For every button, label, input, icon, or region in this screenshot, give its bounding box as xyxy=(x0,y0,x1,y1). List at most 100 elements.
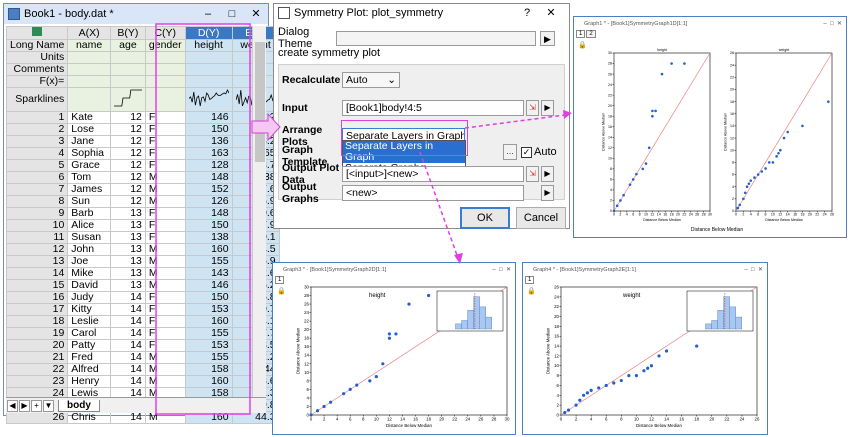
data-cell[interactable]: 143 xyxy=(184,267,233,280)
data-cell[interactable]: 138 xyxy=(184,231,233,244)
worksheet-grid[interactable]: A(X)B(Y)C(Y)D(Y)E(Y)Long Namenameagegend… xyxy=(5,26,280,424)
outgraphs-menu-button[interactable]: ▶ xyxy=(541,185,554,201)
meta-cell[interactable] xyxy=(144,63,186,76)
data-cell[interactable]: Barb xyxy=(67,207,111,220)
theme-field[interactable] xyxy=(336,30,536,46)
next-sheet-button[interactable]: ▶ xyxy=(19,399,30,412)
data-cell[interactable]: Sophia xyxy=(67,147,111,160)
data-cell[interactable]: 136 xyxy=(184,135,233,148)
graph1-window[interactable]: Graph1 * - [Book1]SymmetryGraph1D[1:1] –… xyxy=(573,16,847,238)
data-cell[interactable]: 12 xyxy=(109,135,146,148)
meta-cell[interactable] xyxy=(144,87,186,112)
data-cell[interactable]: F xyxy=(144,159,186,172)
data-cell[interactable]: Henry xyxy=(67,375,111,388)
data-cell[interactable]: 150 xyxy=(184,291,233,304)
row-number[interactable]: 11 xyxy=(5,231,69,244)
meta-cell[interactable] xyxy=(184,75,233,88)
template-browse-button[interactable]: … xyxy=(503,144,517,160)
meta-cell[interactable] xyxy=(109,63,146,76)
data-cell[interactable]: 158 xyxy=(184,363,233,376)
data-cell[interactable]: 14 xyxy=(109,315,146,328)
scroll-thumb[interactable] xyxy=(255,42,265,162)
graph3-win-buttons[interactable]: – □ ✕ xyxy=(492,266,515,273)
data-cell[interactable]: 12 xyxy=(109,147,146,160)
recalculate-select[interactable]: Auto ⌄ xyxy=(342,72,400,88)
data-cell[interactable]: 128 xyxy=(184,159,233,172)
data-cell[interactable]: M xyxy=(144,279,186,292)
data-cell[interactable]: 12 xyxy=(109,111,146,124)
data-cell[interactable]: 13 xyxy=(109,243,146,256)
data-cell[interactable]: 14 xyxy=(109,339,146,352)
data-cell[interactable]: 13 xyxy=(109,267,146,280)
row-number[interactable]: 17 xyxy=(5,303,69,316)
data-cell[interactable]: F xyxy=(144,111,186,124)
meta-cell[interactable] xyxy=(184,63,233,76)
outdata-pick-icon[interactable]: ⇲ xyxy=(526,166,539,182)
data-cell[interactable]: 14 xyxy=(109,411,146,424)
data-cell[interactable]: 148 xyxy=(184,171,233,184)
meta-label[interactable]: Comments xyxy=(5,63,69,76)
data-cell[interactable]: 155 xyxy=(184,255,233,268)
data-cell[interactable]: M xyxy=(144,363,186,376)
meta-cell[interactable] xyxy=(144,75,186,88)
data-cell[interactable]: 12 xyxy=(109,123,146,136)
column-header[interactable]: C(Y) xyxy=(144,26,186,40)
graph3-plot[interactable]: 0 2 4 6 8 10 12 14 16 18 20 22 24 26 28 300246810121416… xyxy=(285,283,513,433)
meta-cell[interactable] xyxy=(184,51,233,64)
dialog-close-button[interactable]: ✕ xyxy=(539,4,563,22)
data-cell[interactable]: James xyxy=(67,183,111,196)
row-number[interactable]: 22 xyxy=(5,363,69,376)
data-cell[interactable]: 12 xyxy=(109,171,146,184)
data-cell[interactable]: M xyxy=(144,255,186,268)
data-cell[interactable]: Sun xyxy=(67,195,111,208)
graph4-win-buttons[interactable]: – □ ✕ xyxy=(744,266,767,273)
workbook-titlebar[interactable]: Book1 - body.dat * – □ ✕ xyxy=(4,4,268,24)
data-cell[interactable]: Alice xyxy=(67,219,111,232)
column-header[interactable]: B(Y) xyxy=(109,26,146,40)
data-cell[interactable]: Judy xyxy=(67,291,111,304)
outdata-field[interactable]: [<input>]<new> xyxy=(342,166,524,182)
graph1-titlebar[interactable]: Graph1 * - [Book1]SymmetryGraph1D[1:1] –… xyxy=(574,17,846,30)
data-cell[interactable]: 152 xyxy=(184,183,233,196)
meta-cell[interactable] xyxy=(109,75,146,88)
auto-checkbox[interactable]: ✓ xyxy=(521,146,532,158)
data-cell[interactable]: 160 xyxy=(184,411,233,424)
data-cell[interactable]: F xyxy=(144,231,186,244)
data-cell[interactable]: M xyxy=(144,195,186,208)
data-cell[interactable]: 13 xyxy=(109,231,146,244)
data-cell[interactable]: Patty xyxy=(67,339,111,352)
data-cell[interactable]: 150 xyxy=(184,219,233,232)
meta-cell[interactable] xyxy=(184,87,233,112)
row-number[interactable]: 8 xyxy=(5,195,69,208)
input-field[interactable]: [Book1]body!4:5 xyxy=(342,100,524,116)
data-cell[interactable]: F xyxy=(144,339,186,352)
data-cell[interactable]: Jane xyxy=(67,135,111,148)
data-cell[interactable]: F xyxy=(144,207,186,220)
data-cell[interactable]: 146 xyxy=(184,279,233,292)
data-cell[interactable]: 155 xyxy=(184,351,233,364)
meta-cell[interactable]: name xyxy=(67,39,111,52)
row-number[interactable]: 4 xyxy=(5,147,69,160)
graph4-layer-tabs[interactable]: 1 xyxy=(525,276,535,284)
close-button[interactable]: ✕ xyxy=(244,5,268,23)
row-number[interactable]: 21 xyxy=(5,351,69,364)
data-cell[interactable]: 163 xyxy=(184,147,233,160)
meta-cell[interactable]: gender xyxy=(144,39,186,52)
graph4-plot[interactable]: 0 2 4 6 8 10 12 14 16 18 20 22 24 2602468101214161820… xyxy=(535,283,765,433)
row-number[interactable]: 19 xyxy=(5,327,69,340)
data-cell[interactable]: 13 xyxy=(109,255,146,268)
data-cell[interactable]: Tom xyxy=(67,171,111,184)
data-cell[interactable]: 14 xyxy=(109,375,146,388)
meta-label[interactable]: F(x)= xyxy=(5,75,69,88)
row-number[interactable]: 15 xyxy=(5,279,69,292)
ok-button[interactable]: OK xyxy=(460,207,510,229)
data-cell[interactable]: 13 xyxy=(109,219,146,232)
add-sheet-button[interactable]: + xyxy=(31,399,42,412)
workbook-window[interactable]: Book1 - body.dat * – □ ✕ A(X) B(Y) C(Y) D(Y… xyxy=(3,3,280,424)
layer-tab-1[interactable]: 1 xyxy=(576,30,586,38)
data-cell[interactable]: John xyxy=(67,243,111,256)
data-cell[interactable]: M xyxy=(144,171,186,184)
data-cell[interactable]: M xyxy=(144,375,186,388)
graph4-tab-1[interactable]: 1 xyxy=(525,276,535,284)
data-cell[interactable]: 150 xyxy=(184,123,233,136)
